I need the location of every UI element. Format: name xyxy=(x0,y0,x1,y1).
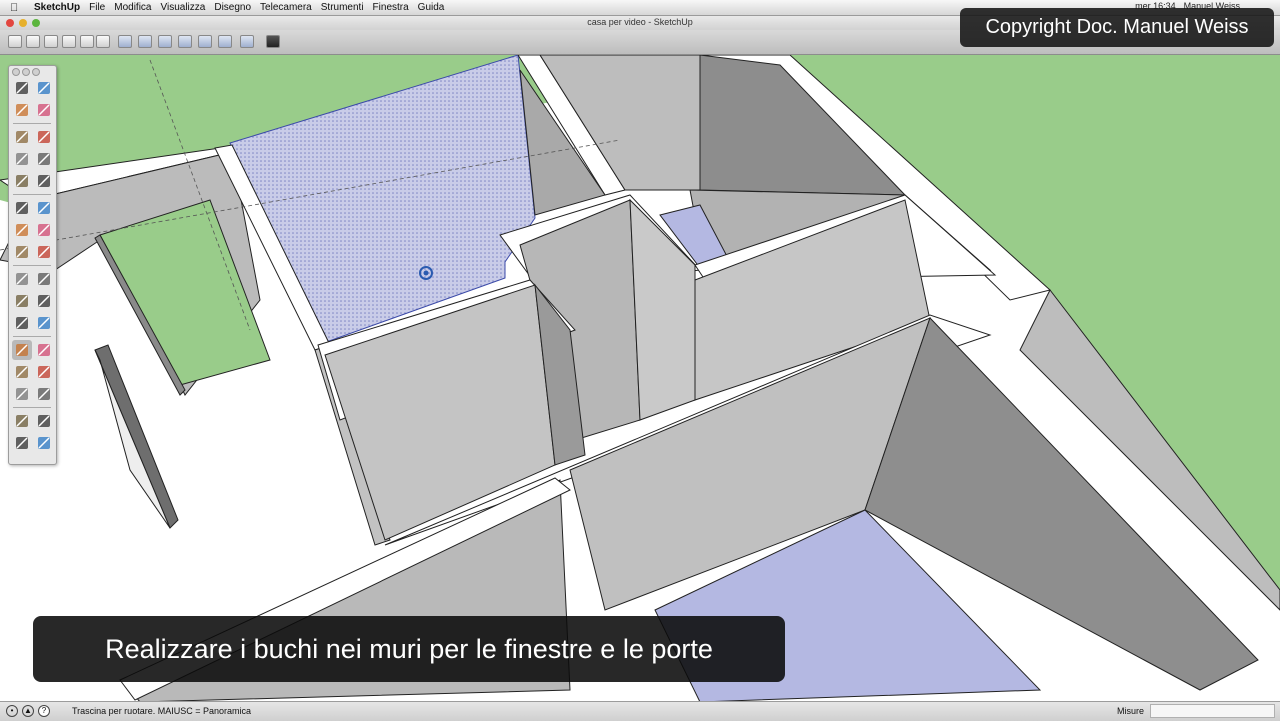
status-hint-text: Trascina per ruotare. MAIUSC = Panoramic… xyxy=(72,706,251,716)
house-view-icon-2[interactable] xyxy=(26,35,40,48)
text-icon[interactable] xyxy=(34,291,54,311)
shaded-style-icon[interactable] xyxy=(240,35,254,48)
offset-icon[interactable] xyxy=(34,242,54,262)
menu-app-name[interactable]: SketchUp xyxy=(34,2,80,13)
front-view-icon[interactable] xyxy=(158,35,172,48)
look-around-icon[interactable] xyxy=(12,433,32,453)
left-view-icon[interactable] xyxy=(218,35,232,48)
menu-modifica[interactable]: Modifica xyxy=(114,2,151,13)
arc-icon[interactable] xyxy=(34,149,54,169)
drawing-viewport[interactable] xyxy=(0,55,1280,702)
dimension-icon[interactable] xyxy=(34,269,54,289)
status-bar: • ▲ ? Trascina per ruotare. MAIUSC = Pan… xyxy=(0,701,1280,721)
axes-icon[interactable] xyxy=(12,313,32,333)
instructor-icon[interactable]: ? xyxy=(38,705,50,717)
3d-text-icon[interactable] xyxy=(34,313,54,333)
palette-zoom-icon[interactable] xyxy=(32,68,40,76)
tool-palette xyxy=(8,65,57,465)
freehand-icon[interactable] xyxy=(34,171,54,191)
apple-menu-icon[interactable]:  xyxy=(10,2,24,14)
palette-separator xyxy=(13,123,51,124)
house-view-icon-5[interactable] xyxy=(80,35,94,48)
palette-separator xyxy=(13,265,51,266)
menu-strumenti[interactable]: Strumenti xyxy=(321,2,364,13)
menu-disegno[interactable]: Disegno xyxy=(214,2,251,13)
house-view-icon[interactable] xyxy=(8,35,22,48)
menu-file[interactable]: File xyxy=(89,2,105,13)
menu-guida[interactable]: Guida xyxy=(418,2,445,13)
paint-bucket-icon[interactable] xyxy=(12,100,32,120)
house-view-icon-6[interactable] xyxy=(96,35,110,48)
house-view-icon-3[interactable] xyxy=(44,35,58,48)
zoom-extents-icon[interactable] xyxy=(12,384,32,404)
follow-me-icon[interactable] xyxy=(34,220,54,240)
rotate-icon[interactable] xyxy=(12,220,32,240)
palette-minimize-icon[interactable] xyxy=(22,68,30,76)
house-view-icon-4[interactable] xyxy=(62,35,76,48)
polygon-icon[interactable] xyxy=(12,171,32,191)
line-icon[interactable] xyxy=(34,127,54,147)
palette-separator xyxy=(13,407,51,408)
iso-view-icon[interactable] xyxy=(118,35,132,48)
component-icon[interactable] xyxy=(34,78,54,98)
menu-visualizza[interactable]: Visualizza xyxy=(161,2,206,13)
palette-separator xyxy=(13,194,51,195)
walk-icon[interactable] xyxy=(34,411,54,431)
push-pull-icon[interactable] xyxy=(34,198,54,218)
protractor-icon[interactable] xyxy=(12,291,32,311)
palette-close-icon[interactable] xyxy=(12,68,20,76)
palette-separator xyxy=(13,336,51,337)
move-icon[interactable] xyxy=(12,198,32,218)
select-icon[interactable] xyxy=(12,78,32,98)
geo-location-icon[interactable]: • xyxy=(6,705,18,717)
eraser-icon[interactable] xyxy=(34,100,54,120)
zoom-icon[interactable] xyxy=(12,362,32,382)
position-camera-icon[interactable] xyxy=(12,411,32,431)
subtitle-caption: Realizzare i buchi nei muri per le fines… xyxy=(33,616,785,682)
measurements-label: Misure xyxy=(1117,706,1145,716)
tape-measure-icon[interactable] xyxy=(12,269,32,289)
rectangle-icon[interactable] xyxy=(12,127,32,147)
section-plane-icon[interactable] xyxy=(34,433,54,453)
circle-icon[interactable] xyxy=(12,149,32,169)
measurements-field[interactable] xyxy=(1150,704,1275,718)
orbit-icon[interactable] xyxy=(12,340,32,360)
back-view-icon[interactable] xyxy=(198,35,212,48)
copyright-overlay: Copyright Doc. Manuel Weiss xyxy=(960,8,1274,47)
menu-finestra[interactable]: Finestra xyxy=(373,2,409,13)
right-view-icon[interactable] xyxy=(178,35,192,48)
model-info-icon[interactable] xyxy=(266,35,280,48)
menu-telecamera[interactable]: Telecamera xyxy=(260,2,312,13)
scale-icon[interactable] xyxy=(12,242,32,262)
credits-icon[interactable]: ▲ xyxy=(22,705,34,717)
model-scene[interactable] xyxy=(0,55,1280,702)
pan-icon[interactable] xyxy=(34,340,54,360)
previous-view-icon[interactable] xyxy=(34,384,54,404)
top-view-icon[interactable] xyxy=(138,35,152,48)
zoom-window-icon[interactable] xyxy=(34,362,54,382)
